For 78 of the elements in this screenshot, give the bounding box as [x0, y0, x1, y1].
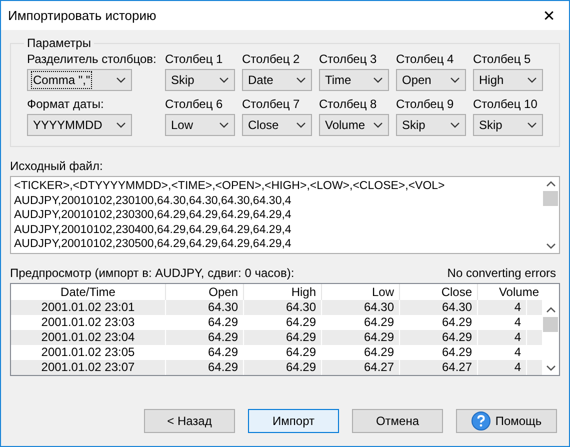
- column-dropdown[interactable]: Skip: [396, 114, 466, 136]
- table-cell: 64.29: [166, 330, 244, 345]
- field-label: Столбец 9: [396, 97, 455, 111]
- column-header[interactable]: Volume: [478, 284, 544, 300]
- table-cell: 2001.01.02 23:07: [11, 360, 166, 375]
- caret-icon: [373, 77, 383, 83]
- section-label: Исходный файл:: [10, 159, 104, 173]
- help-button[interactable]: Помощь: [456, 409, 557, 433]
- caret-icon: [219, 77, 229, 83]
- column-dropdown[interactable]: Skip: [165, 69, 235, 91]
- separator-dropdown[interactable]: Comma ",": [27, 69, 132, 91]
- caret-icon: [116, 122, 126, 128]
- column-dropdown[interactable]: Close: [242, 114, 312, 136]
- caret-icon: [219, 122, 229, 128]
- field-label: Столбец 7: [242, 97, 301, 111]
- field-label: Формат даты:: [27, 97, 105, 111]
- help-icon: [471, 411, 492, 431]
- table-cell: 2001.01.02 23:04: [11, 330, 166, 345]
- date-format-dropdown[interactable]: YYYYMMDD: [27, 114, 132, 136]
- scroll-up-icon[interactable]: [546, 181, 556, 187]
- dialog-button[interactable]: Импорт: [248, 409, 339, 433]
- table-cell: 64.29: [166, 360, 244, 375]
- field-label: Столбец 1: [165, 52, 224, 66]
- field-label: Столбец 4: [396, 52, 455, 66]
- text-line: AUDJPY,20010102,230400,64.29,64.29,64.29,64.29,4: [14, 224, 292, 238]
- table-cell: 64.27: [400, 360, 478, 375]
- column-dropdown[interactable]: Volume: [319, 114, 389, 136]
- field-label: Столбец 6: [165, 97, 224, 111]
- table-cell: 64.27: [322, 360, 400, 375]
- field-label: Столбец 3: [319, 52, 378, 66]
- field-label: Разделитель столбцов:: [27, 52, 158, 66]
- caret-icon: [450, 122, 460, 128]
- table-cell: 4: [478, 360, 527, 375]
- table-cell: 64.30: [244, 300, 322, 315]
- table-cell: 64.29: [400, 330, 478, 345]
- text-line: AUDJPY,20010102,230500,64.29,64.29,64.29,64.29,4: [14, 238, 292, 252]
- column-dropdown[interactable]: Open: [396, 69, 466, 91]
- caret-icon: [450, 77, 460, 83]
- table-cell: 64.29: [322, 330, 400, 345]
- scroll-up-icon[interactable]: [546, 307, 556, 313]
- caret-icon: [373, 122, 383, 128]
- field-label: Столбец 2: [242, 52, 301, 66]
- status-text: No converting errors: [447, 266, 556, 280]
- column-dropdown[interactable]: High: [473, 69, 543, 91]
- table-cell: 64.29: [244, 360, 322, 375]
- scroll-down-icon[interactable]: [546, 365, 556, 371]
- source-text-area[interactable]: [10, 176, 560, 254]
- section-label: Предпросмотр (импорт в: AUDJPY, сдвиг: 0 часов):: [10, 266, 294, 280]
- caret-icon: [527, 122, 537, 128]
- caret-icon: [116, 77, 126, 83]
- column-dropdown[interactable]: Date: [242, 69, 312, 91]
- table-cell: 64.30: [322, 300, 400, 315]
- table-cell: 64.29: [244, 330, 322, 345]
- text-line: AUDJPY,20010102,230100,64.30,64.30,64.30,64.30,4: [14, 194, 292, 208]
- scroll-thumb[interactable]: [543, 191, 558, 206]
- group-title: Параметры: [26, 36, 92, 50]
- dialog-button[interactable]: < Назад: [144, 409, 235, 433]
- window-title: Импортировать историю: [8, 8, 156, 23]
- caret-icon: [296, 122, 306, 128]
- column-dropdown[interactable]: Time: [319, 69, 389, 91]
- field-label: Столбец 10: [473, 97, 538, 111]
- dialog-button[interactable]: Отмена: [352, 409, 443, 433]
- field-label: Столбец 5: [473, 52, 532, 66]
- scroll-thumb[interactable]: [543, 317, 558, 332]
- caret-icon: [296, 77, 306, 83]
- table-cell: 64.30: [166, 300, 244, 315]
- text-line: <TICKER>,<DTYYYYMMDD>,<TIME>,<OPEN>,<HIGH>,<LOW>,<CLOSE>,<VOL>: [14, 180, 446, 194]
- column-dropdown[interactable]: Low: [165, 114, 235, 136]
- table-cell: 64.30: [400, 300, 478, 315]
- column-dropdown[interactable]: Skip: [473, 114, 543, 136]
- scroll-down-icon[interactable]: [546, 243, 556, 249]
- table-cell: 2001.01.02 23:01: [11, 300, 166, 315]
- close-button[interactable]: ✕: [529, 1, 569, 30]
- field-label: Столбец 8: [319, 97, 378, 111]
- caret-icon: [527, 77, 537, 83]
- table-cell: 4: [478, 300, 527, 315]
- text-line: AUDJPY,20010102,230300,64.29,64.29,64.29,64.29,4: [14, 209, 292, 223]
- table-cell: 4: [478, 330, 527, 345]
